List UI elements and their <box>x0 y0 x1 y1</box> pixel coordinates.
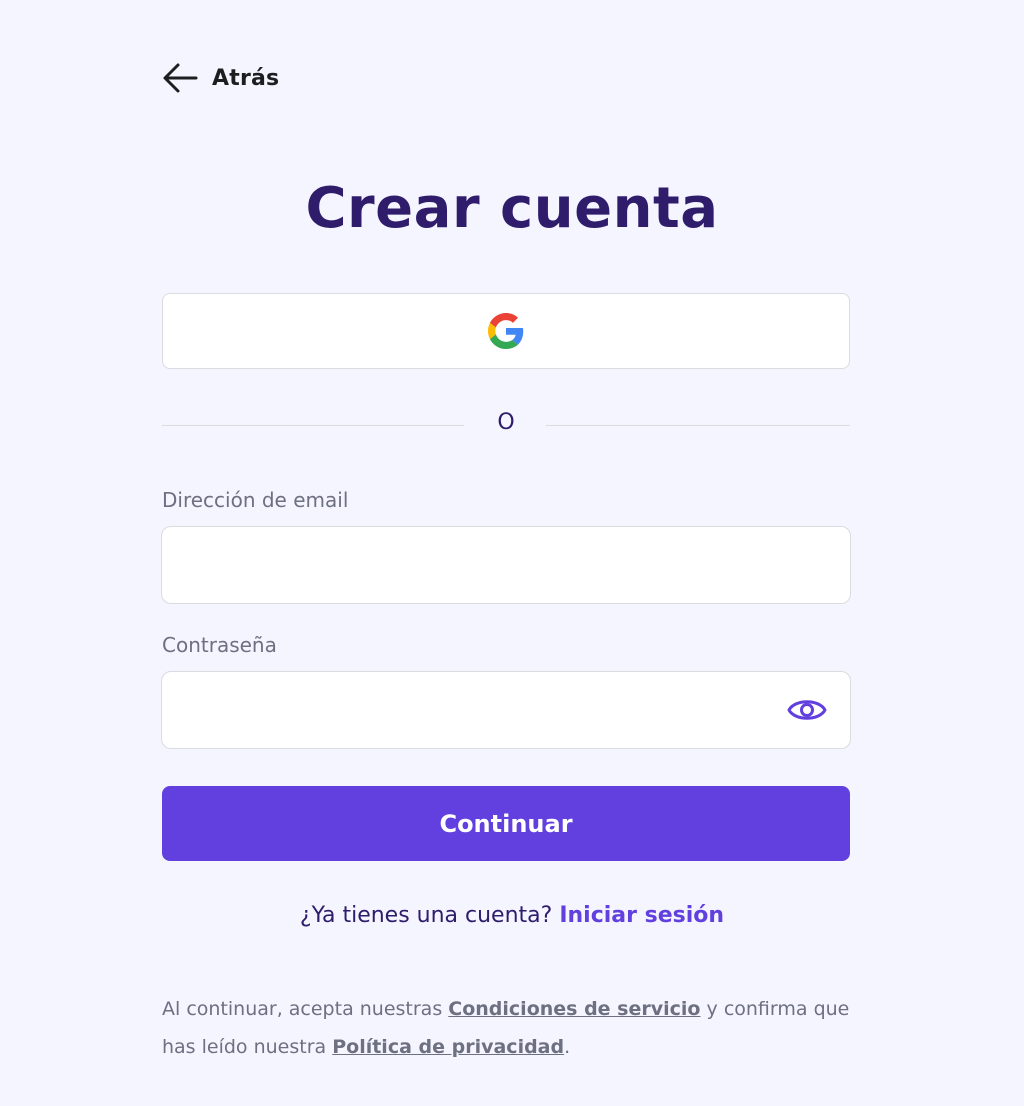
divider-text: O <box>497 410 515 435</box>
back-label: Atrás <box>212 65 280 91</box>
email-field-container <box>161 526 851 604</box>
divider-line-right <box>546 425 850 426</box>
continue-button[interactable]: Continuar <box>162 786 850 861</box>
page-title: Crear cuenta <box>305 176 719 241</box>
legal-text-3: . <box>564 1036 571 1058</box>
arrow-left-icon <box>163 63 198 93</box>
signin-link[interactable]: Iniciar sesión <box>559 903 724 928</box>
email-label: Dirección de email <box>162 488 349 512</box>
signin-prompt-text: ¿Ya tienes una cuenta? <box>299 903 553 928</box>
password-input[interactable] <box>180 698 832 722</box>
legal-notice: Al continuar, acepta nuestras Condicione… <box>162 990 862 1066</box>
divider-line-left <box>162 425 464 426</box>
google-signup-button[interactable] <box>162 293 850 369</box>
password-label: Contraseña <box>162 633 277 657</box>
back-button[interactable]: Atrás <box>162 62 279 94</box>
email-input[interactable] <box>180 553 832 577</box>
privacy-link[interactable]: Política de privacidad <box>332 1036 564 1058</box>
terms-link[interactable]: Condiciones de servicio <box>448 998 700 1020</box>
signup-page: Atrás Crear cuenta O Dirección de email … <box>0 0 1024 1106</box>
password-field-container <box>161 671 851 749</box>
eye-icon[interactable] <box>786 694 828 726</box>
google-icon <box>488 313 524 349</box>
signin-prompt: ¿Ya tienes una cuenta? Iniciar sesión <box>0 903 1024 928</box>
legal-text-1: Al continuar, acepta nuestras <box>162 998 443 1020</box>
